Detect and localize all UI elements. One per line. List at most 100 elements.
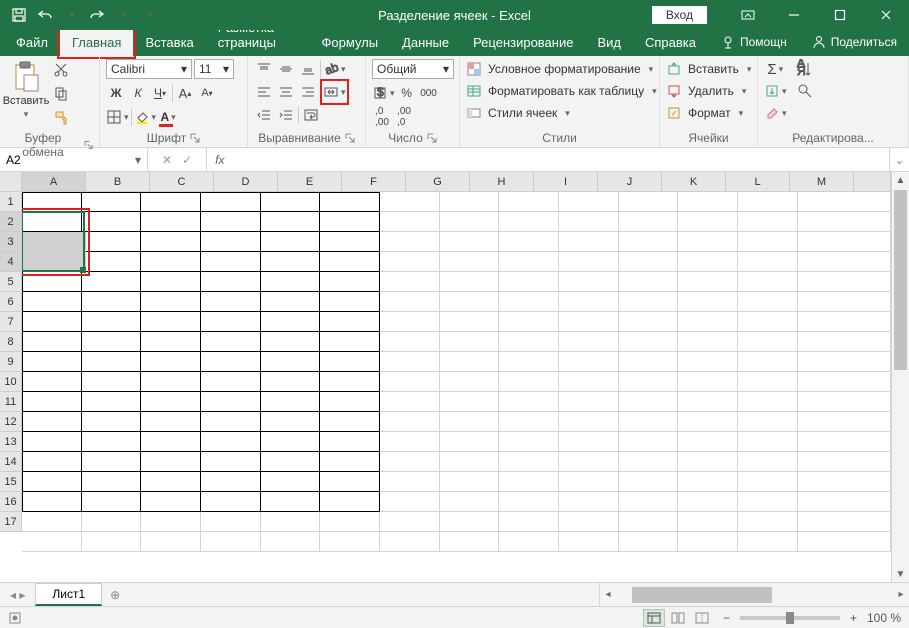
cell[interactable] — [619, 432, 679, 452]
cell[interactable] — [619, 372, 679, 392]
cell[interactable] — [559, 432, 619, 452]
decrease-indent-icon[interactable] — [254, 105, 274, 125]
cell[interactable] — [380, 492, 440, 512]
cell[interactable] — [678, 292, 738, 312]
cell-grid[interactable]: /* rows generated below via template */ — [22, 192, 891, 552]
cell[interactable] — [559, 292, 619, 312]
cell[interactable] — [440, 292, 500, 312]
cell[interactable] — [261, 272, 321, 292]
cell[interactable] — [141, 272, 201, 292]
cell[interactable] — [738, 452, 798, 472]
cell[interactable] — [22, 492, 82, 512]
cell[interactable] — [678, 312, 738, 332]
borders-icon[interactable] — [106, 107, 129, 127]
cell[interactable] — [798, 192, 891, 212]
cell[interactable] — [678, 472, 738, 492]
cell[interactable] — [678, 532, 738, 552]
cell[interactable] — [82, 472, 142, 492]
grow-font-icon[interactable]: A▴ — [175, 83, 195, 103]
cell[interactable] — [380, 232, 440, 252]
cell[interactable] — [798, 492, 891, 512]
cell[interactable] — [440, 412, 500, 432]
number-dialog-icon[interactable] — [427, 133, 437, 143]
cell[interactable] — [499, 432, 559, 452]
cell[interactable] — [380, 252, 440, 272]
enter-icon[interactable]: ✓ — [182, 153, 192, 167]
cell[interactable] — [738, 212, 798, 232]
increase-decimal-icon[interactable]: ,0,00 — [372, 107, 392, 127]
cell[interactable] — [440, 352, 500, 372]
cell[interactable] — [201, 452, 261, 472]
format-painter-icon[interactable] — [50, 107, 72, 129]
cell[interactable] — [499, 472, 559, 492]
column-header[interactable]: C — [150, 172, 214, 192]
cell[interactable] — [320, 452, 380, 472]
cell[interactable] — [320, 232, 380, 252]
cell[interactable] — [201, 472, 261, 492]
select-all-corner[interactable] — [0, 172, 22, 192]
cell[interactable] — [320, 352, 380, 372]
cell[interactable] — [380, 272, 440, 292]
cell[interactable] — [499, 352, 559, 372]
cell[interactable] — [320, 192, 380, 212]
cell[interactable] — [201, 432, 261, 452]
number-format-combo[interactable]: Общий▾ — [372, 59, 454, 79]
cell[interactable] — [22, 232, 82, 252]
row-header[interactable]: 7 — [0, 312, 21, 332]
cell[interactable] — [738, 512, 798, 532]
cell[interactable] — [798, 532, 891, 552]
cell[interactable] — [499, 292, 559, 312]
column-header[interactable]: E — [278, 172, 342, 192]
cell[interactable] — [201, 232, 261, 252]
cell[interactable] — [798, 452, 891, 472]
fill-icon[interactable] — [764, 81, 787, 101]
cell[interactable] — [440, 532, 500, 552]
cell[interactable] — [440, 432, 500, 452]
cell[interactable] — [82, 352, 142, 372]
column-header[interactable]: H — [470, 172, 534, 192]
cell[interactable] — [798, 292, 891, 312]
align-center-icon[interactable] — [276, 82, 296, 102]
row-header[interactable]: 2 — [0, 212, 21, 232]
cell[interactable] — [261, 352, 321, 372]
cell[interactable] — [320, 512, 380, 532]
cell[interactable] — [380, 372, 440, 392]
tab-data[interactable]: Данные — [390, 30, 461, 56]
cell[interactable] — [261, 512, 321, 532]
cell[interactable] — [201, 212, 261, 232]
accounting-format-icon[interactable]: $ — [372, 83, 395, 103]
cell[interactable] — [141, 392, 201, 412]
cell[interactable] — [201, 292, 261, 312]
tab-tell-me[interactable]: Помощн — [708, 29, 799, 56]
cell[interactable] — [22, 392, 82, 412]
cell[interactable] — [201, 272, 261, 292]
orientation-icon[interactable]: ab — [323, 59, 346, 79]
cell[interactable] — [559, 212, 619, 232]
cell[interactable] — [738, 472, 798, 492]
cell[interactable] — [678, 192, 738, 212]
cell[interactable] — [798, 232, 891, 252]
record-macro-icon[interactable] — [8, 611, 22, 625]
cell[interactable] — [320, 392, 380, 412]
cell[interactable] — [320, 432, 380, 452]
insert-cells-button[interactable]: Вставить — [666, 59, 751, 79]
clear-icon[interactable] — [764, 103, 787, 123]
cell[interactable] — [320, 212, 380, 232]
cell[interactable] — [320, 412, 380, 432]
cell[interactable] — [261, 232, 321, 252]
cell[interactable] — [22, 312, 82, 332]
alignment-dialog-icon[interactable] — [345, 133, 355, 143]
cell[interactable] — [738, 392, 798, 412]
autosum-icon[interactable]: Σ — [764, 59, 787, 79]
page-break-view-icon[interactable] — [691, 609, 713, 627]
row-header[interactable]: 12 — [0, 412, 21, 432]
cell[interactable] — [619, 332, 679, 352]
cell[interactable] — [738, 272, 798, 292]
cell[interactable] — [380, 472, 440, 492]
cell[interactable] — [798, 252, 891, 272]
sheet-nav[interactable]: ◂ ▸ — [0, 583, 35, 606]
format-cells-button[interactable]: Формат — [666, 103, 751, 123]
cell[interactable] — [82, 292, 142, 312]
merge-center-icon[interactable] — [323, 82, 346, 102]
cell[interactable] — [82, 432, 142, 452]
